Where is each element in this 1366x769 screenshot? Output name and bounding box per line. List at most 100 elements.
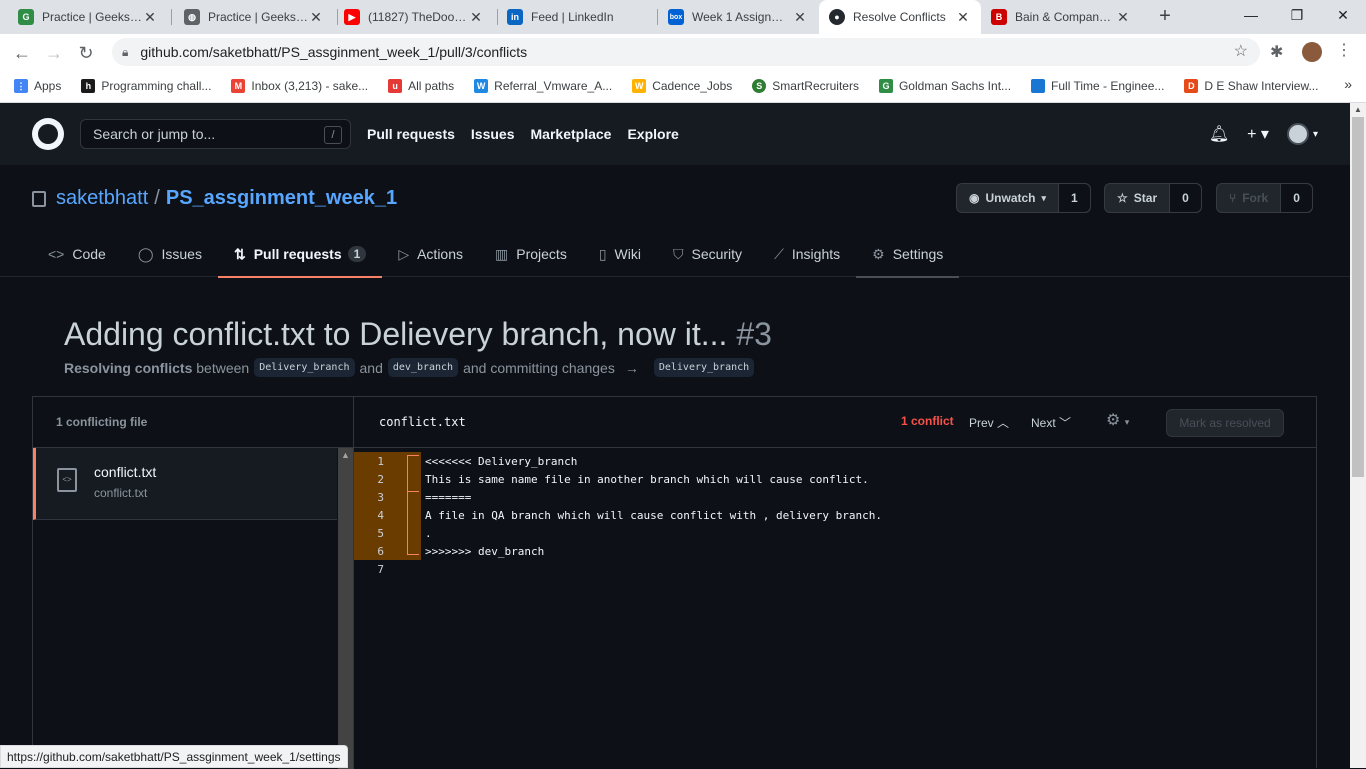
shortcut-hint: / [324,126,342,144]
browser-tab[interactable]: box Week 1 Assignment ✕ [658,0,818,34]
code-line[interactable]: 4A file in QA branch which will cause co… [354,506,1316,524]
base-branch-label: dev_branch [387,358,459,377]
mark-as-resolved-button[interactable]: Mark as resolved [1166,409,1284,437]
sidebar-scrollbar[interactable]: ▲ [338,448,353,769]
smartrecruiters-icon: S [752,79,767,93]
gear-icon[interactable]: ⚙ ▾ [1106,410,1129,430]
code-line[interactable]: 3 ======= [354,488,1316,506]
code-line[interactable]: 7 [354,560,1316,578]
bookmark-item[interactable]: W Referral_Vmware_A... [474,79,612,93]
pr-count-badge: 1 [347,246,367,262]
browser-tab[interactable]: G Practice | GeeksforGeeks ✕ [8,0,168,34]
repo-name-link[interactable]: PS_assginment_week_1 [166,187,397,210]
code-line[interactable]: 5. [354,524,1316,542]
close-icon[interactable]: ✕ [792,9,808,26]
nav-issues[interactable]: Issues [471,126,515,142]
tab-security[interactable]: ⛉ Security [657,231,758,277]
browser-tab-active[interactable]: ● Resolve Conflicts ✕ [819,0,981,34]
close-icon[interactable]: ✕ [468,9,484,26]
github-logo-icon[interactable] [32,118,64,150]
bookmark-item[interactable]: S SmartRecruiters [752,79,859,93]
close-icon[interactable]: ✕ [142,9,158,26]
shield-icon: ⛉ [672,245,684,262]
bookmark-star-icon[interactable]: ☆ [1234,41,1248,61]
prev-conflict-button[interactable]: Prev ︿ [969,414,1009,431]
scrollbar-thumb[interactable] [1352,117,1364,477]
tab-insights[interactable]: ⟋ Insights [758,231,856,277]
next-conflict-button[interactable]: Next ﹀ [1031,414,1071,431]
forward-icon[interactable]: → [40,39,68,67]
page-scrollbar[interactable]: ▲ [1350,103,1366,768]
tab-projects[interactable]: ▥ Projects [479,231,583,277]
close-icon[interactable]: ✕ [308,9,324,26]
page-title: Adding conflict.txt to Delievery branch,… [64,316,772,352]
close-icon[interactable]: ✕ [955,9,971,26]
bookmark-item[interactable]: W Cadence_Jobs [632,79,732,93]
star-button[interactable]: ☆ Star 0 [1104,183,1202,213]
bookmarks-overflow-icon[interactable]: » [1344,76,1352,92]
nav-explore[interactable]: Explore [627,126,678,142]
address-bar[interactable]: 🔒︎ github.com/saketbhatt/PS_assginment_w… [112,38,1260,66]
tab-settings[interactable]: ⚙ Settings [856,231,960,278]
minimize-button[interactable]: — [1228,0,1274,30]
tab-pull-requests[interactable]: ⇅ Pull requests 1 [217,231,383,278]
url-text[interactable]: github.com/saketbhatt/PS_assginment_week… [140,44,527,60]
tab-issues[interactable]: ◯ Issues [122,231,218,277]
bookmark-item[interactable]: h Programming chall... [81,79,211,93]
gfg-icon: G [878,79,893,93]
book-icon: ▯ [598,245,607,262]
lock-icon: 🔒︎ [122,44,129,59]
bookmark-item[interactable]: DD E Shaw Interview... [1184,79,1318,93]
restore-button[interactable]: ❐ [1274,0,1320,30]
watch-button[interactable]: ◉ Unwatch ▾ 1 [956,183,1091,213]
search-input[interactable]: Search or jump to... / [80,119,351,149]
back-icon[interactable]: ← [8,39,36,67]
close-icon[interactable]: ✕ [1115,9,1131,26]
close-window-button[interactable]: ✕ [1320,0,1366,30]
repo-owner-link[interactable]: saketbhatt [56,187,148,210]
extensions-icon[interactable]: ✱ [1270,42,1283,62]
browser-tab[interactable]: B Bain & Company Interview ✕ [981,0,1141,34]
fork-button[interactable]: ⑂ Fork 0 [1216,183,1313,213]
browser-menu-icon[interactable]: ⋮ [1336,40,1352,60]
file-list-item[interactable]: <> conflict.txt conflict.txt [33,448,337,520]
new-tab-button[interactable]: + [1154,5,1176,27]
bookmark-item[interactable]: Full Time - Enginee... [1031,79,1164,93]
bookmark-item[interactable]: M Inbox (3,213) - sake... [231,79,368,93]
nav-marketplace[interactable]: Marketplace [531,126,612,142]
code-line[interactable]: 6 >>>>>>> dev_branch [354,542,1316,560]
user-menu[interactable]: ▾ [1286,123,1318,145]
nav-pull-requests[interactable]: Pull requests [367,126,455,142]
code-line[interactable]: 2 This is same name file in another branc… [354,470,1316,488]
profile-avatar[interactable] [1302,42,1322,62]
tab-wiki[interactable]: ▯ Wiki [583,231,657,277]
globe-icon: ◍ [184,9,200,25]
editor-header: conflict.txt 1 conflict Prev ︿ Next ﹀ ⚙ … [354,397,1316,448]
workday-icon: W [474,79,489,93]
bookmark-item[interactable]: u All paths [388,79,454,93]
browser-tab[interactable]: ▶ (11827) TheDooo - YouTube ✕ [334,0,494,34]
bell-icon[interactable]: 🔔︎ [1209,124,1229,144]
scroll-up-icon[interactable]: ▲ [1354,105,1362,114]
browser-tab[interactable]: in Feed | LinkedIn [497,0,657,34]
repo-title: saketbhatt / PS_assginment_week_1 [32,187,397,210]
target-branch-label: Delivery_branch [653,358,755,377]
create-new-icon[interactable]: + ▾ [1247,124,1269,144]
browser-tab[interactable]: ◍ Practice | GeeksforGeeks ✕ [174,0,334,34]
repo-icon [32,190,46,207]
star-icon: ☆ [1117,191,1128,205]
tab-actions[interactable]: ▷ Actions [382,231,479,277]
bookmark-item[interactable]: G Goldman Sachs Int... [878,79,1011,93]
reload-icon[interactable]: ↻ [72,39,100,67]
star-count[interactable]: 0 [1169,184,1201,212]
bookmark-apps[interactable]: ⋮ Apps [14,79,61,93]
fork-count[interactable]: 0 [1280,184,1312,212]
scroll-up-icon[interactable]: ▲ [341,450,350,460]
tab-code[interactable]: <> Code [32,231,122,277]
code-lines[interactable]: 1 <<<<<<< Delivery_branch 2 This is same n… [354,452,1316,578]
pr-subtitle: Resolving conflicts between Delivery_bra… [64,358,759,377]
github-icon: ● [829,9,845,25]
code-line[interactable]: 1 <<<<<<< Delivery_branch [354,452,1316,470]
watch-count[interactable]: 1 [1058,184,1090,212]
repo-tabs: <> Code ◯ Issues ⇅ Pull requests 1 ▷ Actions … [32,231,960,278]
